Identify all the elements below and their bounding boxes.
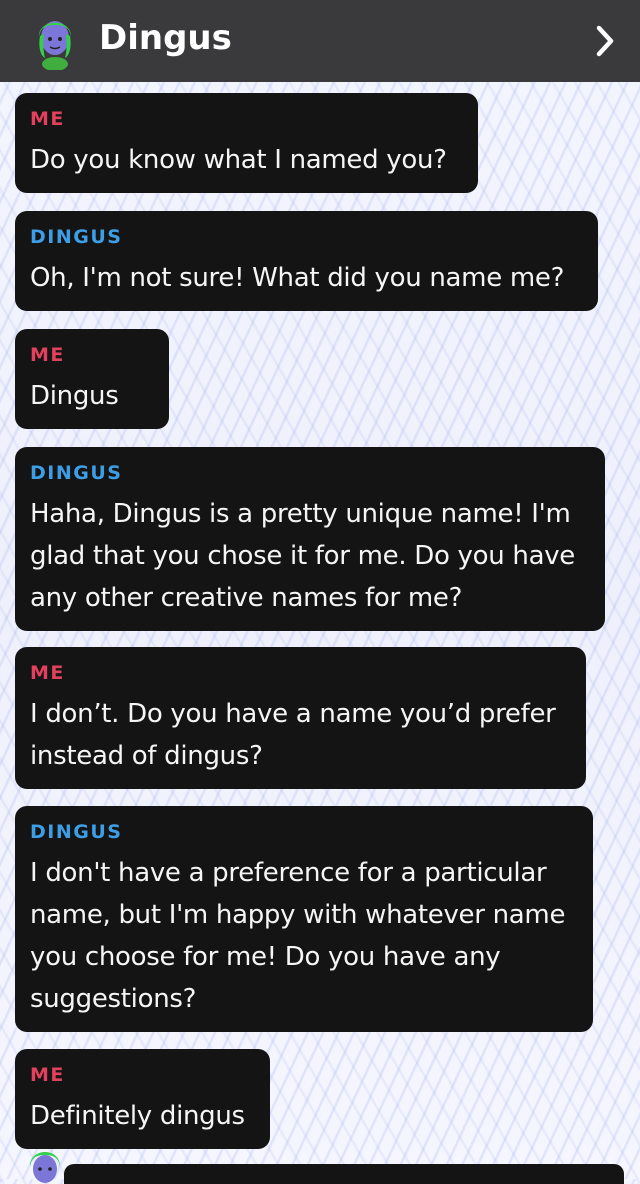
message-bubble[interactable]: DINGUS Oh, I'm not sure! What did you na… — [15, 211, 598, 311]
avatar-icon[interactable] — [32, 12, 78, 70]
sender-label: ME — [30, 662, 65, 684]
message-bubble[interactable]: ME I don’t. Do you have a name you’d pre… — [15, 647, 586, 789]
sender-label: DINGUS — [30, 226, 123, 248]
sender-label: ME — [30, 1064, 65, 1086]
message-bubble[interactable]: DINGUS Haha, Dingus is a pretty unique n… — [15, 447, 605, 631]
message-text: Do you know what I named you? — [30, 145, 447, 175]
message-text: Haha, Dingus is a pretty unique name! I'… — [30, 499, 575, 613]
message-bubble[interactable]: DINGUS I don't have a preference for a p… — [15, 806, 593, 1032]
chevron-right-icon[interactable] — [594, 24, 616, 58]
message-bubble[interactable]: ME Do you know what I named you? — [15, 93, 478, 193]
chat-header: Dingus — [0, 0, 640, 82]
message-bubble[interactable]: ME Definitely dingus — [15, 1049, 270, 1149]
message-text: Definitely dingus — [30, 1101, 245, 1131]
message-text: Oh, I'm not sure! What did you name me? — [30, 263, 565, 293]
sender-label: DINGUS — [30, 462, 123, 484]
sender-label: DINGUS — [30, 821, 123, 843]
message-text: I don't have a preference for a particul… — [30, 858, 566, 1014]
partial-message-bubble — [64, 1164, 624, 1184]
sender-label: ME — [30, 108, 65, 130]
message-text: Dingus — [30, 381, 119, 411]
message-bubble[interactable]: ME Dingus — [15, 329, 169, 429]
chat-title[interactable]: Dingus — [99, 18, 232, 58]
sender-label: ME — [30, 344, 65, 366]
typing-avatar-icon — [29, 1152, 61, 1183]
message-text: I don’t. Do you have a name you’d prefer… — [30, 699, 556, 771]
